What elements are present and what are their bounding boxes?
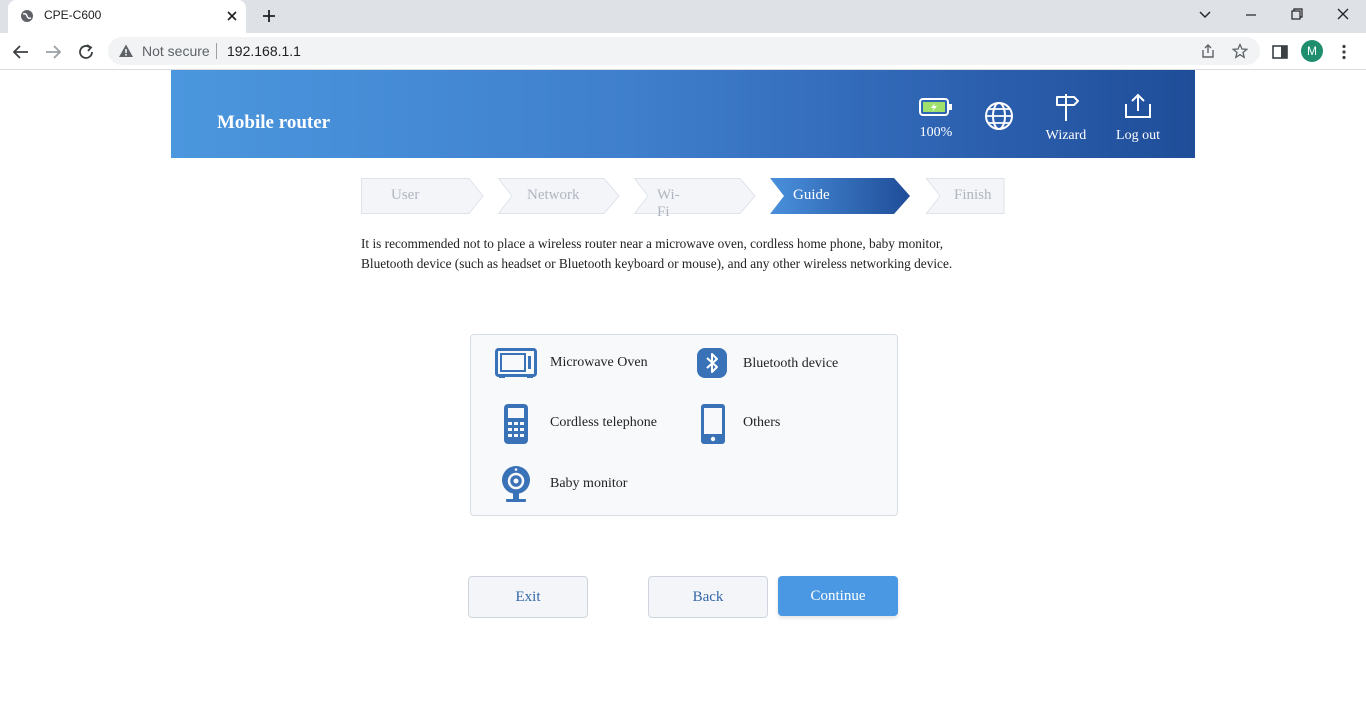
wizard-label[interactable]: Wizard	[1026, 128, 1106, 144]
new-tab-icon[interactable]	[261, 8, 277, 24]
microwave-icon	[495, 348, 537, 378]
interference-devices-panel: Microwave Oven Bluetooth device Cordless…	[470, 334, 898, 516]
back-arrow-icon[interactable]	[12, 43, 30, 61]
browser-tab-bar: CPE-C600	[0, 0, 1366, 33]
minimize-icon[interactable]	[1243, 6, 1259, 22]
omnibox-divider	[216, 43, 217, 59]
window-close-icon[interactable]	[1335, 6, 1351, 22]
url-text[interactable]: 192.168.1.1	[227, 43, 301, 59]
back-button[interactable]: Back	[648, 576, 768, 618]
browser-toolbar: Not secure 192.168.1.1 M	[0, 33, 1366, 70]
upload-icon	[1125, 93, 1151, 118]
globe-icon[interactable]	[984, 101, 1014, 131]
bluetooth-icon	[697, 348, 727, 378]
wizard-steps: User Network Wi-Fi Guide Finish	[361, 178, 1006, 220]
device-label: Bluetooth device	[743, 356, 839, 371]
security-status[interactable]: Not secure	[142, 43, 210, 59]
battery-percent: 100%	[919, 125, 953, 140]
warning-icon[interactable]	[118, 43, 134, 59]
signpost-icon	[1056, 94, 1079, 121]
brand-title: Mobile router	[217, 112, 331, 133]
side-panel-icon[interactable]	[1271, 43, 1289, 61]
guide-intro: It is recommended not to place a wireles…	[361, 234, 1001, 274]
reload-icon[interactable]	[77, 43, 95, 61]
exit-button[interactable]: Exit	[468, 576, 588, 618]
step-label: Network	[527, 187, 580, 203]
tab-search-chevron-icon[interactable]	[1197, 6, 1213, 22]
battery-status: 100%	[911, 70, 961, 158]
forward-arrow-icon[interactable]	[44, 43, 62, 61]
webcam-icon	[502, 466, 530, 502]
battery-icon	[919, 98, 952, 116]
avatar[interactable]: M	[1301, 40, 1323, 62]
guide-intro-line: Bluetooth device (such as headset or Blu…	[361, 256, 953, 271]
step-label: User	[391, 187, 420, 203]
router-header: Mobile router 100% Wizard Log out	[171, 70, 1195, 158]
star-icon[interactable]	[1232, 43, 1248, 59]
browser-tab[interactable]: CPE-C600	[8, 0, 246, 33]
device-label: Microwave Oven	[550, 355, 648, 370]
language-button[interactable]	[979, 70, 1019, 158]
more-menu-icon[interactable]	[1335, 43, 1353, 61]
continue-button[interactable]: Continue	[778, 576, 898, 616]
tab-title: CPE-C600	[44, 8, 102, 22]
wizard-button[interactable]: Wizard	[1026, 70, 1106, 158]
logout-button[interactable]: Log out	[1098, 70, 1178, 158]
cordless-phone-icon	[504, 404, 528, 444]
device-label: Others	[743, 415, 781, 430]
share-icon[interactable]	[1200, 43, 1216, 59]
close-icon[interactable]	[224, 8, 240, 24]
smartphone-icon	[701, 404, 725, 444]
device-label: Baby monitor	[550, 476, 628, 491]
device-label: Cordless telephone	[550, 415, 657, 430]
globe-icon	[21, 10, 33, 22]
logout-label[interactable]: Log out	[1098, 128, 1178, 144]
guide-intro-line: It is recommended not to place a wireles…	[361, 236, 944, 251]
restore-icon[interactable]	[1289, 6, 1305, 22]
step-label: Finish	[954, 187, 992, 203]
omnibox[interactable]: Not secure 192.168.1.1	[108, 37, 1260, 65]
step-label: Wi-Fi	[657, 187, 680, 220]
step-label: Guide	[793, 187, 830, 203]
